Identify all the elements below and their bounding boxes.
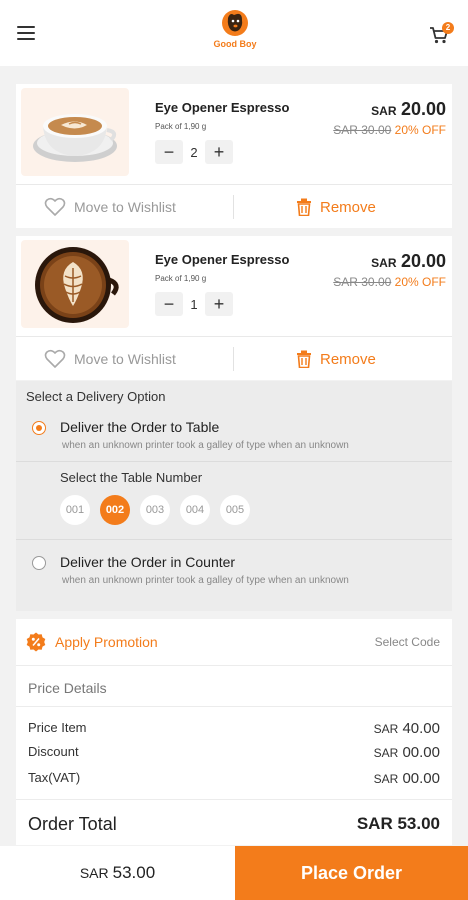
deliver-to-table-desc: when an unknown printer took a galley of… (62, 440, 349, 451)
price-details-title: Price Details (28, 680, 107, 696)
apply-promotion-button[interactable]: Apply Promotion (26, 619, 158, 665)
product-price: SAR 20.00 (371, 251, 446, 272)
increase-quantity-button[interactable]: + (205, 292, 233, 316)
divider (233, 195, 234, 219)
price-row: Tax(VAT) SAR 00.00 (28, 770, 440, 790)
price-row-label: Price Item (28, 720, 87, 735)
remove-button[interactable]: Remove (296, 185, 376, 229)
deliver-to-table-title[interactable]: Deliver the Order to Table (60, 419, 219, 435)
footer-total: SAR 53.00 (0, 846, 235, 900)
delivery-section-title: Select a Delivery Option (26, 389, 166, 404)
item-actions: Move to Wishlist Remove (16, 336, 452, 380)
cart-item: Eye Opener Espresso Pack of 1,90 g − 2 +… (16, 84, 452, 228)
cart-item: Eye Opener Espresso Pack of 1,90 g − 1 +… (16, 236, 452, 380)
price-row-value: SAR 00.00 (373, 744, 440, 761)
footer-currency: SAR (79, 865, 109, 881)
price-row: Discount SAR 00.00 (28, 744, 440, 764)
old-price: SAR 30.00 (333, 123, 392, 137)
product-name: Eye Opener Espresso (155, 100, 290, 115)
price-currency: SAR (371, 256, 397, 270)
cart-count-badge: 2 (442, 22, 454, 34)
price-row-label: Tax(VAT) (28, 770, 81, 785)
quantity-value: 1 (190, 296, 198, 312)
brand-logo: Good Boy (206, 8, 264, 56)
product-image (21, 88, 129, 176)
divider (16, 799, 452, 800)
wishlist-label: Move to Wishlist (74, 199, 176, 215)
original-price: SAR 30.00 20% OFF (333, 275, 446, 289)
table-option[interactable]: 004 (180, 495, 210, 525)
apply-promotion-label: Apply Promotion (55, 634, 158, 650)
price-row-value: SAR 00.00 (373, 770, 440, 787)
order-total-value: SAR 53.00 (356, 814, 440, 833)
trash-icon (297, 350, 311, 368)
deliver-in-counter-title[interactable]: Deliver the Order in Counter (60, 554, 235, 570)
discount-badge: 20% OFF (394, 123, 446, 137)
cart-item-card: Eye Opener Espresso Pack of 1,90 g − 2 +… (16, 84, 452, 184)
dog-logo-icon (222, 10, 248, 36)
move-to-wishlist-button[interactable]: Move to Wishlist (44, 185, 176, 229)
decrease-quantity-button[interactable]: − (155, 292, 183, 316)
place-order-button[interactable]: Place Order (235, 846, 468, 900)
original-price: SAR 30.00 20% OFF (333, 123, 446, 137)
price-amount: 20.00 (400, 99, 446, 119)
trash-icon (297, 198, 311, 216)
wishlist-label: Move to Wishlist (74, 351, 176, 367)
table-option[interactable]: 003 (140, 495, 170, 525)
order-total-label: Order Total (28, 814, 117, 834)
deliver-in-counter-desc: when an unknown printer took a galley of… (62, 575, 349, 586)
price-currency: SAR (371, 104, 397, 118)
increase-quantity-button[interactable]: + (205, 140, 233, 164)
move-to-wishlist-button[interactable]: Move to Wishlist (44, 337, 176, 381)
discount-badge: 20% OFF (394, 275, 446, 289)
product-image (21, 240, 129, 328)
quantity-stepper: − 2 + (155, 140, 233, 164)
divider (233, 347, 234, 371)
hamburger-menu-icon[interactable] (17, 26, 35, 40)
old-price: SAR 30.00 (333, 275, 392, 289)
select-code-link[interactable]: Select Code (375, 635, 440, 649)
item-actions: Move to Wishlist Remove (16, 184, 452, 228)
bottom-bar: SAR 53.00 Place Order (0, 846, 468, 900)
price-row-value: SAR 40.00 (373, 720, 440, 737)
remove-label: Remove (320, 350, 376, 368)
cart-item-card: Eye Opener Espresso Pack of 1,90 g − 1 +… (16, 236, 452, 336)
divider (16, 539, 452, 540)
table-option[interactable]: 005 (220, 495, 250, 525)
divider (16, 461, 452, 462)
decrease-quantity-button[interactable]: − (155, 140, 183, 164)
remove-label: Remove (320, 198, 376, 216)
price-details: Price Details Price Item SAR 40.00 Disco… (16, 665, 452, 845)
table-number-label: Select the Table Number (60, 470, 203, 485)
quantity-stepper: − 1 + (155, 292, 233, 316)
price-row: Price Item SAR 40.00 (28, 720, 440, 740)
table-option-selected[interactable]: 002 (100, 495, 130, 525)
product-pack: Pack of 1,90 g (155, 274, 207, 283)
top-bar: Good Boy 2 (0, 0, 468, 66)
brand-name: Good Boy (213, 39, 257, 49)
price-row-label: Discount (28, 744, 79, 759)
product-price: SAR 20.00 (371, 99, 446, 120)
divider (16, 706, 452, 707)
table-option[interactable]: 001 (60, 495, 90, 525)
price-amount: 20.00 (400, 251, 446, 271)
footer-total-amount: 53.00 (112, 863, 156, 882)
table-number-selector: 001 002 003 004 005 (60, 495, 260, 525)
heart-icon (44, 349, 66, 368)
product-pack: Pack of 1,90 g (155, 122, 207, 131)
remove-button[interactable]: Remove (296, 337, 376, 381)
quantity-value: 2 (190, 144, 198, 160)
deliver-to-table-radio[interactable] (32, 421, 46, 435)
promotion-row: Apply Promotion Select Code (16, 619, 452, 665)
deliver-in-counter-radio[interactable] (32, 556, 46, 570)
delivery-options: Select a Delivery Option Deliver the Ord… (16, 381, 452, 611)
product-name: Eye Opener Espresso (155, 252, 290, 267)
cart-icon[interactable]: 2 (428, 22, 454, 48)
heart-icon (44, 197, 66, 216)
discount-tag-icon (26, 632, 46, 652)
